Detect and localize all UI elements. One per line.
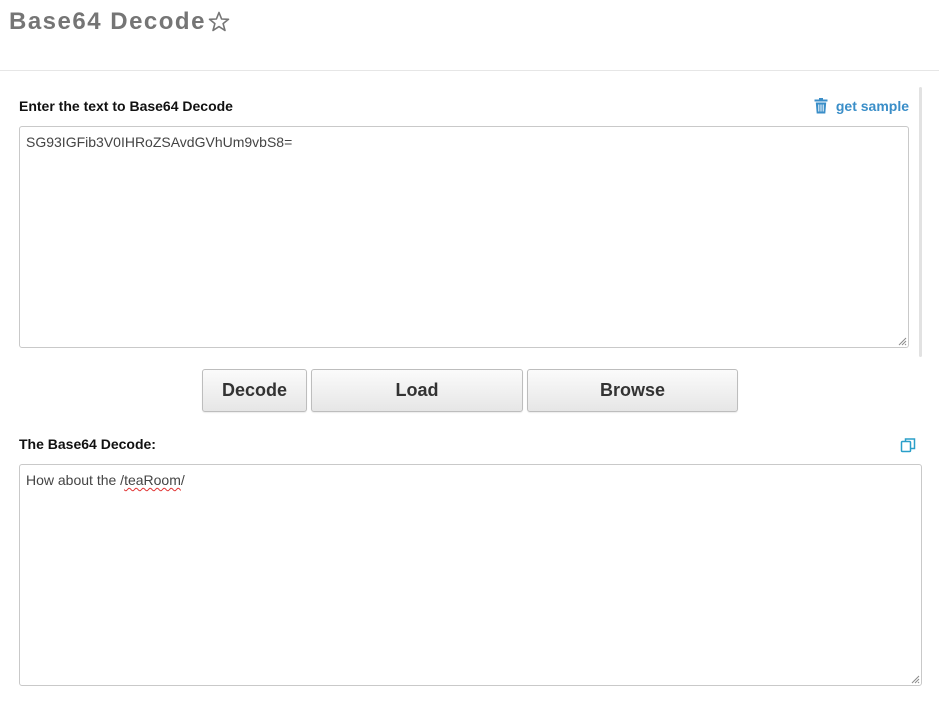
star-icon[interactable] — [207, 10, 231, 34]
page: Base64 Decode Enter the text to Base64 D… — [0, 0, 939, 719]
scrollbar[interactable] — [919, 87, 922, 357]
trash-icon — [814, 98, 828, 114]
decode-button[interactable]: Decode — [202, 369, 307, 412]
input-text: SG93IGFib3V0IHRoZSAvdGVhUm9vbS8= — [26, 134, 293, 150]
get-sample-link[interactable]: get sample — [814, 98, 909, 114]
input-label: Enter the text to Base64 Decode — [19, 98, 233, 114]
page-title: Base64 Decode — [9, 8, 206, 35]
copy-icon[interactable] — [900, 437, 916, 453]
title-row: Base64 Decode — [9, 6, 231, 38]
output-textarea[interactable]: How about the /teaRoom/ — [19, 464, 922, 686]
header-divider — [0, 70, 939, 71]
output-text-prefix: How about the / — [26, 472, 125, 488]
output-label: The Base64 Decode: — [19, 436, 156, 452]
input-textarea[interactable]: SG93IGFib3V0IHRoZSAvdGVhUm9vbS8= — [19, 126, 909, 348]
load-button[interactable]: Load — [311, 369, 523, 412]
output-text-misspelled: teaRoom — [124, 472, 181, 488]
output-text-suffix: / — [180, 472, 185, 488]
browse-button[interactable]: Browse — [527, 369, 738, 412]
resize-handle-icon[interactable] — [897, 336, 907, 346]
get-sample-label: get sample — [835, 98, 909, 114]
resize-handle-icon[interactable] — [910, 674, 920, 684]
